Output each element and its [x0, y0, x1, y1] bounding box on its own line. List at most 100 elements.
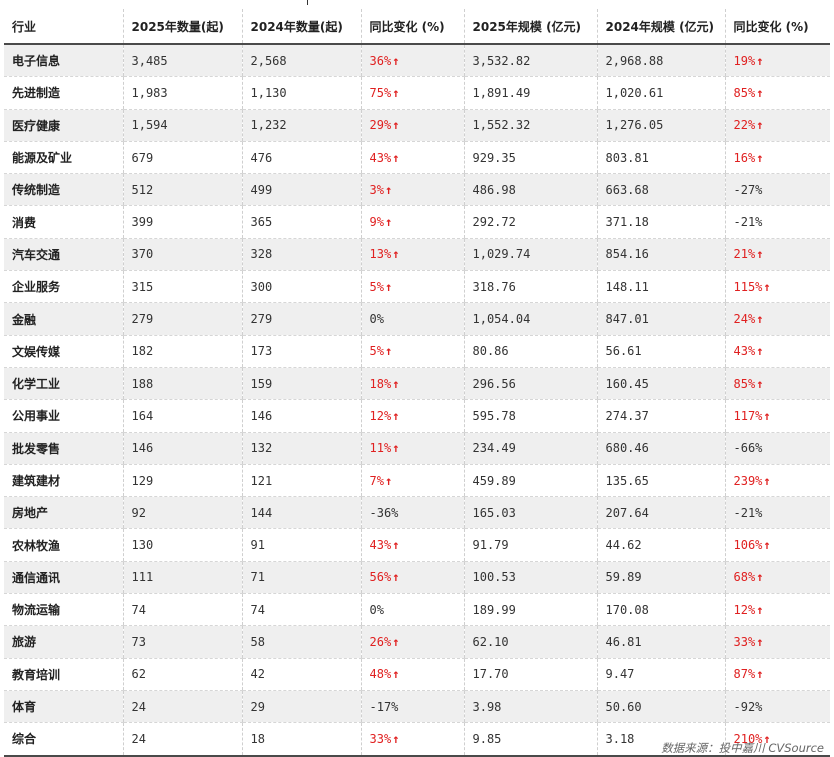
header-industry: 行业: [4, 9, 123, 45]
cell-scale-change: 115%↑: [724, 270, 830, 304]
table-row: 传统制造 512 499 3%↑ 486.98 663.68 -27%: [4, 173, 830, 207]
cell-count-2024-value: 159: [250, 376, 273, 391]
cell-scale-2024-value: 207.64: [605, 505, 649, 520]
cell-scale-change: 16%↑: [724, 141, 830, 175]
table-row: 建筑建材 129 121 7%↑ 459.89 135.65 239%↑: [4, 464, 830, 498]
cell-scale-2024-value: 50.60: [605, 699, 642, 714]
cell-count-change-value: 18%: [369, 376, 392, 391]
cell-industry-value: 金融: [12, 312, 37, 327]
cell-scale-2025-value: 80.86: [472, 344, 509, 359]
cell-count-2025-value: 1,594: [131, 118, 168, 133]
cell-count-change-value: 0%: [369, 312, 384, 327]
cell-scale-2024-value: 9.47: [605, 667, 635, 682]
cell-scale-2024: 9.47: [596, 658, 725, 691]
cell-scale-2025-value: 1,029.74: [472, 247, 531, 262]
cell-scale-2024-value: 2,968.88: [605, 53, 664, 68]
arrow-up-icon: ↑: [384, 279, 393, 294]
cell-scale-2024-value: 663.68: [605, 182, 649, 197]
cell-count-2024-value: 173: [250, 344, 273, 359]
table-row: 文娱传媒 182 173 5%↑ 80.86 56.61 43%↑: [4, 335, 830, 368]
cell-scale-2024: 663.68: [596, 173, 725, 207]
arrow-up-icon: ↑: [392, 408, 400, 423]
cell-count-2024: 58: [241, 625, 361, 659]
cell-industry-value: 批发零售: [12, 441, 61, 456]
cell-industry: 先进制造: [4, 76, 123, 110]
arrow-up-icon: ↑: [756, 53, 764, 68]
cell-count-change: 43%↑: [360, 141, 464, 175]
cell-count-2025: 164: [122, 399, 242, 433]
cell-industry-value: 通信通讯: [12, 570, 61, 585]
arrow-up-icon: ↑: [756, 376, 764, 391]
arrow-up-icon: ↑: [392, 538, 400, 553]
cell-industry-value: 消费: [12, 215, 37, 230]
cell-scale-2025-value: 486.98: [472, 182, 516, 197]
cell-industry-value: 综合: [12, 732, 37, 747]
cell-count-2025: 73: [122, 625, 242, 659]
cell-scale-2025-value: 189.99: [472, 602, 516, 617]
cell-count-2024-value: 499: [250, 182, 273, 197]
cell-scale-change: 87%↑: [724, 658, 830, 691]
cell-scale-change: -92%: [724, 690, 830, 724]
cell-count-change: 36%↑: [360, 44, 464, 78]
cell-scale-change-value: 87%: [733, 667, 756, 682]
cell-industry-value: 先进制造: [12, 86, 61, 101]
arrow-up-icon: ↑: [392, 667, 400, 682]
cell-scale-2025: 595.78: [463, 399, 597, 433]
cell-count-2024: 499: [241, 173, 361, 207]
cell-scale-2025-value: 292.72: [472, 215, 516, 230]
cell-count-2024-value: 300: [250, 279, 273, 294]
cell-count-change: 7%↑: [360, 464, 464, 498]
cell-count-change-value: 7%: [369, 473, 384, 488]
cell-count-2025-value: 512: [131, 182, 154, 197]
cell-scale-change: 43%↑: [724, 335, 830, 368]
cell-count-change-value: 43%: [369, 538, 392, 553]
cell-scale-change-value: -21%: [733, 505, 763, 520]
cell-scale-2024-value: 3.18: [605, 731, 635, 746]
cell-scale-2025-value: 100.53: [472, 570, 516, 585]
cell-count-2024: 29: [241, 690, 361, 724]
cell-scale-change: 12%↑: [724, 593, 830, 627]
cell-count-change: 11%↑: [360, 432, 464, 465]
cell-count-2025: 182: [122, 335, 242, 368]
table-row: 农林牧渔 130 91 43%↑ 91.79 44.62 106%↑: [4, 528, 830, 562]
cell-scale-change-value: -21%: [733, 215, 763, 230]
cell-scale-2024: 44.62: [596, 528, 725, 562]
cell-industry: 公用事业: [4, 399, 123, 433]
cell-count-change: 29%↑: [360, 109, 464, 142]
cell-count-2024-value: 58: [250, 634, 265, 649]
cell-count-2024: 1,130: [241, 76, 361, 110]
cell-industry: 体育: [4, 690, 123, 724]
cell-count-2025-value: 399: [131, 215, 154, 230]
table-row: 金融 279 279 0% 1,054.04 847.01 24%↑: [4, 302, 830, 336]
cell-industry-value: 企业服务: [12, 280, 61, 295]
cell-count-change-value: -17%: [369, 699, 399, 714]
cell-scale-2025-value: 3.98: [472, 699, 502, 714]
cell-count-change-value: 48%: [369, 667, 392, 682]
cell-count-change: -36%: [360, 496, 464, 530]
cell-scale-change: -66%: [724, 432, 830, 465]
cell-count-change: 18%↑: [360, 367, 464, 401]
table-row: 化学工业 188 159 18%↑ 296.56 160.45 85%↑: [4, 367, 830, 401]
cell-scale-change-value: 115%: [733, 279, 763, 294]
cell-industry-value: 教育培训: [12, 667, 61, 682]
cell-count-2024: 300: [241, 270, 361, 304]
cell-scale-2024: 680.46: [596, 432, 725, 465]
cell-industry: 传统制造: [4, 173, 123, 207]
arrow-up-icon: ↑: [392, 570, 400, 585]
cell-count-change-value: 5%: [369, 344, 384, 359]
cell-count-2024-value: 42: [250, 667, 265, 682]
cell-scale-2024-value: 803.81: [605, 150, 649, 165]
arrow-up-icon: ↑: [384, 473, 393, 488]
cell-count-2024-value: 476: [250, 150, 273, 165]
cell-scale-change-value: 19%: [733, 53, 756, 68]
arrow-up-icon: ↑: [392, 441, 400, 456]
cell-scale-change-value: 106%: [733, 538, 763, 553]
cell-scale-2024: 803.81: [596, 141, 725, 175]
arrow-up-icon: ↑: [756, 634, 764, 649]
arrow-up-icon: ↑: [756, 150, 764, 165]
cell-count-2024: 144: [241, 496, 361, 530]
table-row: 公用事业 164 146 12%↑ 595.78 274.37 117%↑: [4, 399, 830, 433]
cell-scale-2025-value: 459.89: [472, 473, 516, 488]
cell-count-change-value: 36%: [369, 53, 392, 68]
cell-scale-2024: 207.64: [596, 496, 725, 530]
